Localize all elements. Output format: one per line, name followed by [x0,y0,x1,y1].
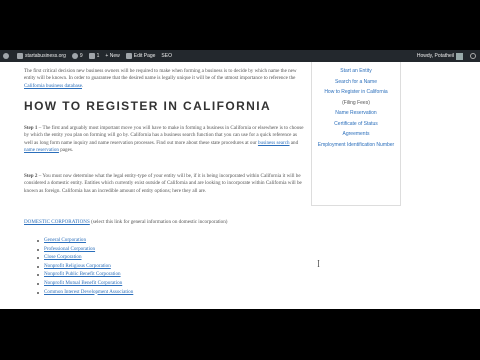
sidebar-item-agreements[interactable]: Agreements [312,129,400,140]
site-name-menu[interactable]: startabusiness.org [14,50,69,62]
wordpress-icon [3,53,9,59]
list-item: Professional Corporation [37,246,133,255]
california-database-link[interactable]: California business database [24,83,82,89]
sidebar-item-label[interactable]: Employment Identification Number [318,142,394,148]
sidebar-item-label: (Filing Fees) [342,99,370,106]
site-name: startabusiness.org [25,53,66,59]
domestic-corporations-paragraph: DOMESTIC CORPORATIONS (select this link … [24,219,228,225]
edit-page-link[interactable]: Edit Page [123,50,159,62]
list-item: Nonprofit Mutual Benefit Corporation [37,280,133,289]
step1-paragraph: Step 1 – The first and arguably most imp… [24,125,304,154]
corporation-link[interactable]: Nonprofit Public Benefit Corporation [44,271,121,277]
corporation-list: General Corporation Professional Corpora… [37,237,133,297]
list-item: General Corporation [37,237,133,246]
domestic-corporations-link[interactable]: DOMESTIC CORPORATIONS [24,219,90,225]
sidebar-item-register[interactable]: How to Register in California [312,87,400,98]
sidebar-item-label[interactable]: Search for a Name [335,79,377,85]
new-label: + New [105,53,120,59]
comments-count: 1 [96,53,100,59]
comment-icon [88,53,95,59]
sidebar-item-label[interactable]: How to Register in California [324,89,387,95]
sidebar-item-label[interactable]: Certificate of Status [334,121,378,127]
intro-paragraph: The first critical decision new business… [24,68,297,89]
updates-count: 9 [79,53,83,59]
corporation-link[interactable]: Nonprofit Mutual Benefit Corporation [44,280,122,286]
name-reservation-link[interactable]: name reservation [24,147,59,153]
browser-viewport: startabusiness.org 9 1 + New Edit Page S… [0,50,480,309]
sidebar-item-label[interactable]: Agreements [343,131,370,137]
list-item: Close Corporation [37,254,133,263]
sidebar-item-search-name[interactable]: Search for a Name [312,77,400,88]
list-item: Common Interest Development Association [37,289,133,298]
sidebar-widget: Start an Entity Search for a Name How to… [311,62,401,206]
seo-label: SEO [161,53,172,59]
new-content-menu[interactable]: + New [102,50,122,62]
wp-admin-bar: startabusiness.org 9 1 + New Edit Page S… [0,50,480,62]
pencil-icon [125,53,132,59]
step2-label: Step 2 [24,173,38,179]
sidebar-item-label[interactable]: Name Reservation [335,110,376,116]
page-heading: HOW TO REGISTER IN CALIFORNIA [24,99,272,113]
home-icon [17,53,23,59]
mouse-cursor-icon [317,260,320,267]
step1-label: Step 1 [24,125,38,131]
sidebar-item-label[interactable]: Start an Entity [340,68,371,74]
account-menu[interactable]: Howdy, Potatheil [414,50,468,62]
corporation-link[interactable]: Common Interest Development Association [44,289,133,295]
sidebar-item-start-entity[interactable]: Start an Entity [312,66,400,77]
comments-menu[interactable]: 1 [86,50,103,62]
search-icon[interactable] [470,53,476,59]
business-search-link[interactable]: business search [258,140,290,146]
corporation-link[interactable]: General Corporation [44,237,86,243]
avatar [456,52,463,60]
seo-menu[interactable]: SEO [158,50,175,62]
sidebar-item-ein[interactable]: Employment Identification Number [312,140,400,151]
list-item: Nonprofit Public Benefit Corporation [37,271,133,280]
howdy-text: Howdy, Potatheil [416,53,454,59]
sidebar-item-filing-fees: (Filing Fees) [312,98,400,109]
sidebar-item-name-reservation[interactable]: Name Reservation [312,108,400,119]
updates-icon [71,53,78,59]
corporation-link[interactable]: Professional Corporation [44,246,95,252]
edit-page-label: Edit Page [133,53,156,59]
updates-menu[interactable]: 9 [69,50,86,62]
corporation-link[interactable]: Close Corporation [44,254,82,260]
corporation-link[interactable]: Nonprofit Religious Corporation [44,263,111,269]
sidebar-item-certificate[interactable]: Certificate of Status [312,119,400,130]
wp-logo-menu[interactable] [0,50,14,62]
step2-paragraph: Step 2 – You must now determine what the… [24,173,302,194]
